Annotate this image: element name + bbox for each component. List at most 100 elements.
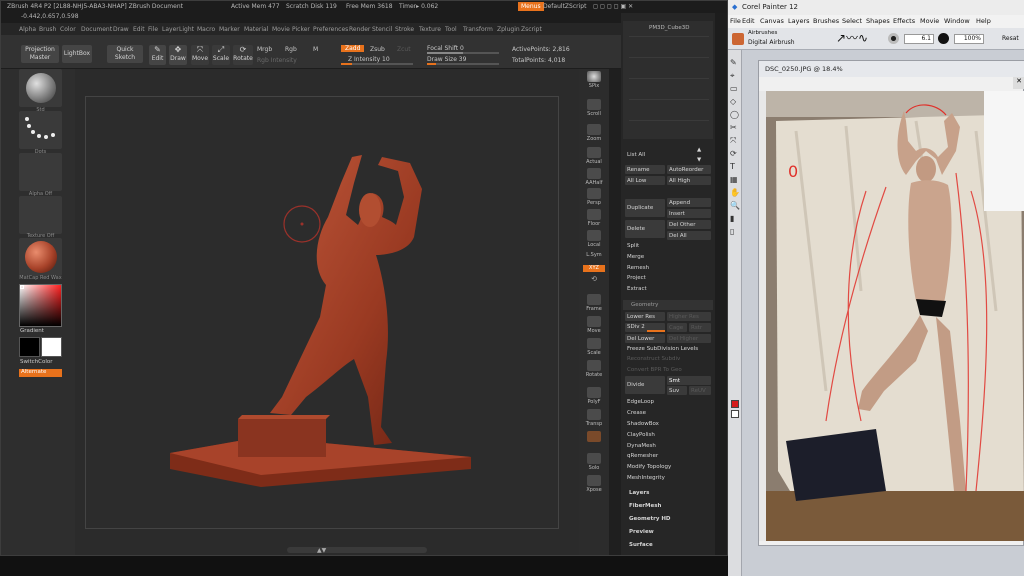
menus-button[interactable]: Menus [518,2,544,11]
edgeloop-button[interactable]: EdgeLoop [627,399,654,405]
menu-effects[interactable]: Effects [893,17,915,25]
draw-button[interactable]: ✥ Draw [169,45,187,65]
smt-toggle[interactable]: Smt [667,376,711,385]
menu-layer[interactable]: Layer [162,26,179,33]
focal-shift-track[interactable] [427,52,499,54]
lower-res-button[interactable]: Lower Res [625,312,665,321]
default-script[interactable]: DefaultZScript [543,3,586,10]
stroke-thumbnail[interactable] [19,111,62,149]
preview-section[interactable]: Preview [629,529,654,535]
all-high-button[interactable]: All High [667,176,711,185]
menu-movie[interactable]: Movie [272,26,290,33]
symmetry-icon[interactable]: ⟲ [583,275,605,289]
additional-color-chip[interactable] [731,410,739,418]
spix-button[interactable]: SPix [583,71,605,91]
actual-button[interactable]: Actual [583,147,605,167]
menu-material[interactable]: Material [244,26,268,33]
menu-draw[interactable]: Draw [113,26,129,33]
rotate-view-button[interactable]: Rotate [583,360,605,380]
focal-shift-slider[interactable]: Focal Shift 0 [427,45,464,52]
draw-size-track[interactable] [427,63,499,65]
menu-macro[interactable]: Macro [197,26,215,33]
m-button[interactable]: M [313,46,318,53]
move-view-button[interactable]: Move [583,316,605,336]
menu-stroke[interactable]: Stroke [395,26,414,33]
brush-variant[interactable]: Digital Airbrush [748,39,795,46]
extract-button[interactable]: Extract [627,286,647,292]
scale-button[interactable]: ⤢ Scale [212,45,230,65]
dynamesh-button[interactable]: DynaMesh [627,443,656,449]
bottom-scroll-handle[interactable] [287,547,427,553]
menu-color[interactable]: Color [60,26,76,33]
polyf-button[interactable]: PolyF [583,387,605,407]
toolbox-icons[interactable]: ✎ ⌖ ▭ ◇ ◯ ✂ ⤧ ⟳ T ▦ ✋ 🔍 ▮ ▯ [730,56,740,238]
higher-res-button[interactable]: Higher Res [667,312,711,321]
menu-select[interactable]: Select [842,17,862,25]
ghost-button[interactable] [583,431,605,451]
brush-category[interactable]: Airbrushes [748,30,777,36]
menu-alpha[interactable]: Alpha [19,26,36,33]
rename-button[interactable]: Rename [625,165,665,174]
del-lower-button[interactable]: Del Lower [625,334,665,343]
rgb-intensity-slider[interactable]: Rgb Intensity [257,57,297,64]
menu-picker[interactable]: Picker [292,26,310,33]
main-color-swatch[interactable] [19,337,40,357]
menu-zplugin[interactable]: Zplugin [497,26,520,33]
menu-help[interactable]: Help [976,17,991,25]
texture-thumbnail[interactable] [19,196,62,234]
brush-thumbnail[interactable] [19,69,62,107]
split-button[interactable]: Split [627,243,639,249]
crease-button[interactable]: Crease [627,410,646,416]
transp-button[interactable]: Transp [583,409,605,429]
window-controls[interactable]: ◻ ◻ ◻ ◻ ▣ ✕ [593,3,633,10]
geometry-hd-section[interactable]: Geometry HD [629,516,671,522]
menu-file[interactable]: File [730,17,741,25]
floor-button[interactable]: Floor [583,209,605,229]
geometry-header[interactable]: Geometry [623,300,713,310]
xyz-button[interactable]: XYZ [583,265,605,272]
qremesher-button[interactable]: qRemesher [627,453,658,459]
menu-canvas[interactable]: Canvas [760,17,784,25]
subtool-down-icon[interactable]: ▼ [697,157,701,163]
scale-view-button[interactable]: Scale [583,338,605,358]
menu-brushes[interactable]: Brushes [813,17,839,25]
reference-photo[interactable]: 0 [766,91,1024,541]
del-other-button[interactable]: Del Other [667,220,711,229]
merge-button[interactable]: Merge [627,254,644,260]
switch-color-button[interactable]: SwitchColor [20,359,53,365]
gradient-label[interactable]: Gradient [20,328,44,334]
auto-reorder-button[interactable]: AutoReorder [667,165,711,174]
menu-stencil[interactable]: Stencil [372,26,392,33]
menu-transform[interactable]: Transform [463,26,493,33]
subtool-up-icon[interactable]: ▲ [697,147,701,153]
subtool-name[interactable]: PM3D_Cube3D [649,25,689,31]
rgb-button[interactable]: Rgb [285,46,297,53]
freeze-subdivision-button[interactable]: Freeze SubDivision Levels [627,346,698,352]
alternate-button[interactable]: Alternate [19,369,62,377]
tray-divider[interactable] [609,69,621,555]
menu-preferences[interactable]: Preferences [313,26,348,33]
zcut-button[interactable]: Zcut [397,46,411,53]
secondary-color-swatch[interactable] [41,337,62,357]
fibermesh-section[interactable]: FiberMesh [629,503,661,509]
material-thumbnail[interactable] [19,238,62,276]
zbrush-canvas[interactable] [85,96,559,529]
menu-texture[interactable]: Texture [419,26,441,33]
solo-button[interactable]: Solo [583,453,605,473]
menu-zscript[interactable]: Zscript [521,26,542,33]
convert-bpr-button[interactable]: Convert BPR To Geo [627,367,682,373]
local-button[interactable]: Local [583,230,605,250]
quick-sketch-button[interactable]: Quick Sketch [107,45,143,63]
subtool-list[interactable]: PM3D_Cube3D [623,21,713,139]
aahalf-button[interactable]: AAHalf [583,168,605,188]
duplicate-button[interactable]: Duplicate [625,199,665,217]
suv-toggle[interactable]: Suv [667,386,687,395]
size-field[interactable]: 6.1 [904,34,934,44]
xpose-button[interactable]: Xpose [583,475,605,495]
persp-button[interactable]: Persp [583,188,605,208]
reuv-toggle[interactable]: ReUV [689,386,711,395]
menu-edit[interactable]: Edit [742,17,755,25]
shadowbox-button[interactable]: ShadowBox [627,421,659,427]
z-intensity-slider[interactable]: Z Intensity 10 [348,56,390,63]
sdiv-slider[interactable]: SDiv 2 [625,323,665,332]
